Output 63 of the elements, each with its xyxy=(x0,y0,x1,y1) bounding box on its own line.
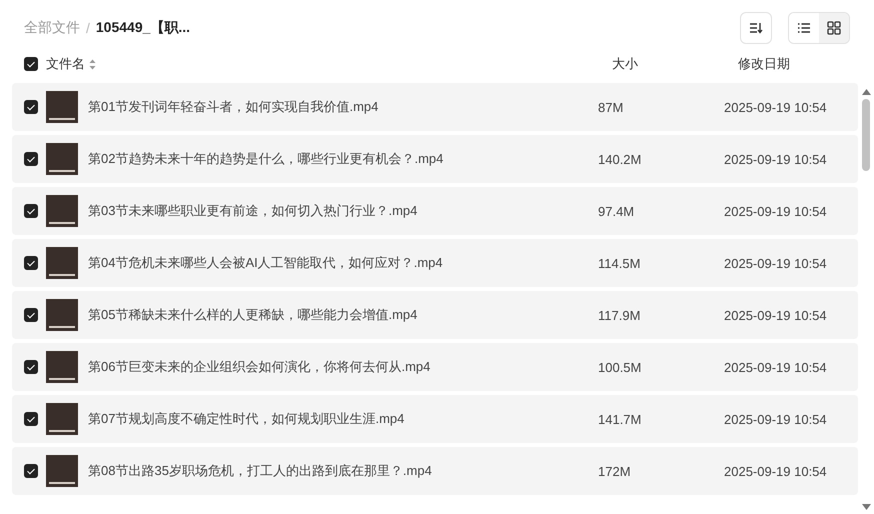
grid-icon xyxy=(827,21,841,35)
modified-date: 2025-09-19 10:54 xyxy=(724,360,827,374)
file-size: 172M xyxy=(598,464,632,478)
modified-date: 2025-09-19 10:54 xyxy=(724,204,827,218)
video-thumbnail xyxy=(46,403,78,435)
video-thumbnail xyxy=(46,91,78,123)
row-checkbox[interactable] xyxy=(24,308,38,322)
file-row[interactable]: 第04节危机未来哪些人会被AI人工智能取代，如何应对？.mp4 114.5M 2025-09-19 10:54 xyxy=(12,239,858,287)
row-checkbox[interactable] xyxy=(24,152,38,166)
row-checkbox[interactable] xyxy=(24,256,38,270)
file-name: 第04节危机未来哪些人会被AI人工智能取代，如何应对？.mp4 xyxy=(88,254,444,272)
list-icon xyxy=(797,22,811,34)
select-all-checkbox[interactable] xyxy=(24,57,38,71)
row-checkbox[interactable] xyxy=(24,100,38,114)
scrollbar-thumb[interactable] xyxy=(862,99,870,171)
sort-button[interactable] xyxy=(740,12,772,44)
file-name: 第03节未来哪些职业更有前途，如何切入热门行业？.mp4 xyxy=(88,202,418,220)
modified-date: 2025-09-19 10:54 xyxy=(724,256,827,270)
video-thumbnail xyxy=(46,351,78,383)
file-name: 第05节稀缺未来什么样的人更稀缺，哪些能力会增值.mp4 xyxy=(88,306,418,324)
modified-date: 2025-09-19 10:54 xyxy=(724,412,827,426)
scroll-up-icon[interactable] xyxy=(862,89,870,95)
scroll-down-icon[interactable] xyxy=(862,504,870,510)
video-thumbnail xyxy=(46,247,78,279)
file-row[interactable]: 第01节发刊词年轻奋斗者，如何实现自我价值.mp4 87M 2025-09-19 10:54 xyxy=(12,83,858,131)
column-header[interactable]: 大小 xyxy=(612,55,738,73)
file-row[interactable]: 第02节趋势未来十年的趋势是什么，哪些行业更有机会？.mp4 140.2M 2025-09-19 10:54 xyxy=(12,135,858,183)
file-name: 第06节巨变未来的企业组织会如何演化，你将何去何从.mp4 xyxy=(88,358,432,376)
file-row[interactable]: 第07节规划高度不确定性时代，如何规划职业生涯.mp4 141.7M 2025-09-19 10:54 xyxy=(12,395,858,443)
file-size: 141.7M xyxy=(598,412,642,426)
file-size: 114.5M xyxy=(598,256,642,270)
grid-view-button[interactable] xyxy=(819,13,849,43)
row-checkbox[interactable] xyxy=(24,464,38,478)
row-checkbox[interactable] xyxy=(24,412,38,426)
video-thumbnail xyxy=(46,143,78,175)
video-thumbnail xyxy=(46,195,78,227)
file-row[interactable]: 第06节巨变未来的企业组织会如何演化，你将何去何从.mp4 100.5M 2025-09-19 10:54 xyxy=(12,343,858,391)
file-name: 第08节出路35岁职场危机，打工人的出路到底在那里？.mp4 xyxy=(88,462,433,480)
column-header[interactable]: 修改日期 xyxy=(738,55,790,73)
row-checkbox[interactable] xyxy=(24,360,38,374)
modified-date: 2025-09-19 10:54 xyxy=(724,152,827,166)
file-row[interactable]: 第05节稀缺未来什么样的人更稀缺，哪些能力会增值.mp4 117.9M 2025-09-19 10:54 xyxy=(12,291,858,339)
file-row[interactable]: 第03节未来哪些职业更有前途，如何切入热门行业？.mp4 97.4M 2025-09-19 10:54 xyxy=(12,187,858,235)
file-size: 100.5M xyxy=(598,360,642,374)
file-size: 97.4M xyxy=(598,204,636,218)
breadcrumb-separator: / xyxy=(86,20,90,36)
video-thumbnail xyxy=(46,455,78,487)
file-row[interactable]: 第08节出路35岁职场危机，打工人的出路到底在那里？.mp4 172M 2025-09-19 10:54 xyxy=(12,447,858,495)
file-name: 第02节趋势未来十年的趋势是什么，哪些行业更有机会？.mp4 xyxy=(88,150,444,168)
modified-date: 2025-09-19 10:54 xyxy=(724,464,827,478)
file-size: 87M xyxy=(598,100,624,114)
file-size: 140.2M xyxy=(598,152,642,166)
file-name: 第07节规划高度不确定性时代，如何规划职业生涯.mp4 xyxy=(88,410,406,428)
column-header[interactable]: 文件名 xyxy=(46,55,85,73)
row-checkbox[interactable] xyxy=(24,204,38,218)
file-name: 第01节发刊词年轻奋斗者，如何实现自我价值.mp4 xyxy=(88,98,380,116)
modified-date: 2025-09-19 10:54 xyxy=(724,100,827,114)
sort-icon xyxy=(749,22,763,34)
breadcrumb-current: 105449_【职... xyxy=(96,19,190,37)
file-size: 117.9M xyxy=(598,308,642,322)
sort-arrows-icon xyxy=(89,58,96,70)
video-thumbnail xyxy=(46,299,78,331)
modified-date: 2025-09-19 10:54 xyxy=(724,308,827,322)
